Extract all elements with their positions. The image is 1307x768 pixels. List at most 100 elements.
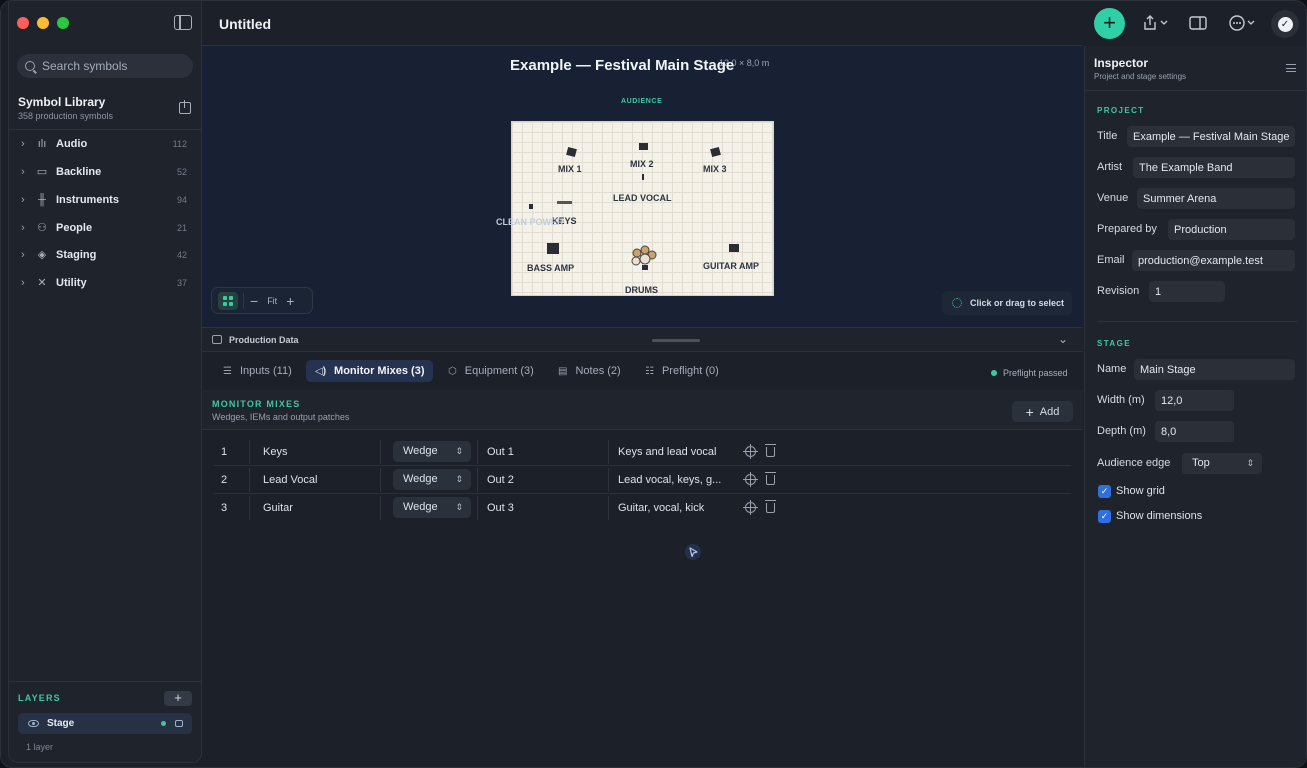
library-title: Symbol Library — [18, 95, 106, 109]
mix-type-select[interactable]: Wedge ⇕ — [393, 497, 471, 518]
add-mix-button[interactable]: + Add — [1012, 401, 1073, 422]
share-button[interactable] — [1137, 10, 1173, 36]
tab-monitor-mixes[interactable]: ◁) Monitor Mixes (3) — [306, 360, 434, 382]
audience-edge-select[interactable]: Top ⇕ — [1182, 453, 1262, 474]
locate-icon[interactable] — [743, 444, 758, 459]
symbol-label-lead-vocal: LEAD VOCAL — [613, 193, 672, 203]
microphone-icon[interactable] — [642, 174, 644, 180]
category-backline[interactable]: › ▭ Backline 52 — [9, 159, 201, 185]
email-field[interactable] — [1132, 250, 1295, 271]
chevron-right-icon: › — [21, 277, 25, 289]
zoom-window-button[interactable] — [57, 17, 69, 29]
divider — [608, 496, 609, 520]
resize-handle[interactable] — [652, 339, 700, 342]
more-button[interactable] — [1227, 10, 1257, 36]
tab-notes[interactable]: ▤ Notes (2) — [549, 360, 630, 382]
mix-contents[interactable]: Lead vocal, keys, g... — [618, 474, 730, 486]
unlock-icon[interactable] — [175, 720, 183, 727]
select-hint-text: Click or drag to select — [970, 298, 1065, 308]
category-people[interactable]: › ⚇ People 21 — [9, 215, 201, 241]
stage-canvas[interactable]: 12,0 × 8,0 m Example — Festival Main Sta… — [202, 46, 1083, 327]
production-data-bar[interactable]: Production Data ⌄ — [202, 327, 1083, 352]
wedge-icon[interactable] — [639, 143, 648, 150]
add-layer-button[interactable]: + — [164, 691, 192, 706]
table-row[interactable]: 2 Lead Vocal Wedge ⇕ Out 2 Lead vocal, ke… — [213, 466, 1071, 494]
category-instruments[interactable]: › ╫ Instruments 94 — [9, 187, 201, 213]
zoom-out-button[interactable]: − — [250, 294, 258, 308]
show-grid-checkbox[interactable]: ✓ — [1098, 485, 1111, 498]
locate-icon[interactable] — [743, 472, 758, 487]
table-row[interactable]: 1 Keys Wedge ⇕ Out 1 Keys and lead vocal — [213, 438, 1071, 466]
venue-field[interactable] — [1137, 188, 1295, 209]
add-symbol-button[interactable]: + — [1094, 8, 1125, 39]
settings-sliders-icon[interactable] — [1286, 64, 1296, 72]
wedge-icon[interactable] — [710, 146, 721, 158]
trash-icon[interactable] — [765, 472, 776, 485]
mix-type-select[interactable]: Wedge ⇕ — [393, 469, 471, 490]
tab-equipment[interactable]: ⬡ Equipment (3) — [439, 360, 543, 382]
zoom-fit-button[interactable]: Fit — [267, 296, 277, 306]
tab-label: Preflight (0) — [661, 365, 719, 377]
table-row[interactable]: 3 Guitar Wedge ⇕ Out 3 Guitar, vocal, kic… — [213, 494, 1071, 522]
search-bar[interactable] — [17, 54, 193, 78]
trash-icon[interactable] — [765, 500, 776, 513]
mix-contents[interactable]: Keys and lead vocal — [618, 446, 730, 458]
section-title: MONITOR MIXES — [212, 399, 301, 409]
depth-field[interactable] — [1155, 421, 1234, 442]
grid-view-icon[interactable] — [218, 291, 238, 310]
drum-kit-icon[interactable] — [629, 245, 659, 271]
chevron-down-icon[interactable]: ⌄ — [1058, 332, 1068, 346]
width-field[interactable] — [1155, 390, 1234, 411]
title-field[interactable] — [1127, 126, 1295, 147]
mix-name[interactable]: Guitar — [263, 502, 293, 514]
mix-output[interactable]: Out 3 — [487, 502, 514, 514]
divider — [477, 440, 478, 464]
guitar-amp-icon[interactable] — [729, 244, 739, 252]
layers-icon: ◈ — [37, 249, 47, 261]
toggle-inspector-button[interactable] — [1185, 10, 1211, 36]
divider — [380, 440, 381, 464]
mix-name[interactable]: Lead Vocal — [263, 474, 317, 486]
category-staging[interactable]: › ◈ Staging 42 — [9, 242, 201, 268]
layer-item-stage[interactable]: Stage — [18, 713, 192, 734]
sidebar-toggle-icon[interactable] — [174, 15, 192, 30]
inspector-panel: Inspector Project and stage settings PRO… — [1084, 46, 1306, 767]
locate-icon[interactable] — [743, 500, 758, 515]
bass-amp-icon[interactable] — [547, 243, 559, 254]
trash-icon[interactable] — [765, 444, 776, 457]
zoom-in-button[interactable]: + — [286, 294, 294, 308]
category-utility[interactable]: › ✕ Utility 37 — [9, 270, 201, 296]
active-layer-indicator — [161, 721, 166, 726]
power-outlet-icon[interactable] — [529, 204, 533, 209]
audience-edge-label: Audience edge — [1097, 457, 1171, 469]
wedge-icon[interactable] — [566, 146, 577, 158]
import-icon[interactable] — [179, 100, 191, 114]
stage-plot[interactable]: MIX 1 MIX 2 MIX 3 LEAD VOCAL KEYS BASS A… — [511, 121, 774, 296]
chevron-right-icon: › — [21, 194, 25, 206]
prepared-by-field[interactable] — [1168, 219, 1295, 240]
mix-output[interactable]: Out 2 — [487, 474, 514, 486]
category-audio[interactable]: › ılı Audio 112 — [9, 131, 201, 157]
mix-type-value: Wedge — [403, 501, 438, 513]
done-button[interactable]: ✓ — [1271, 10, 1299, 38]
eye-icon[interactable] — [28, 720, 39, 727]
close-window-button[interactable] — [17, 17, 29, 29]
more-options-icon — [1229, 15, 1255, 31]
mix-type-select[interactable]: Wedge ⇕ — [393, 441, 471, 462]
artist-field[interactable] — [1133, 157, 1295, 178]
tab-inputs[interactable]: ☰ Inputs (11) — [214, 360, 301, 382]
show-grid-label[interactable]: Show grid — [1116, 485, 1165, 497]
mix-output[interactable]: Out 1 — [487, 446, 514, 458]
show-dimensions-checkbox[interactable]: ✓ — [1098, 510, 1111, 523]
search-input[interactable] — [42, 59, 182, 73]
checklist-icon: ☷ — [645, 365, 654, 377]
tab-preflight[interactable]: ☷ Preflight (0) — [636, 360, 728, 382]
stage-name-field[interactable] — [1134, 359, 1295, 380]
mix-name[interactable]: Keys — [263, 446, 287, 458]
minimize-window-button[interactable] — [37, 17, 49, 29]
mix-contents[interactable]: Guitar, vocal, kick — [618, 502, 730, 514]
keyboard-icon[interactable] — [557, 201, 572, 204]
revision-field[interactable] — [1149, 281, 1225, 302]
show-dimensions-label[interactable]: Show dimensions — [1116, 510, 1202, 522]
audience-edge-value: Top — [1192, 457, 1210, 469]
